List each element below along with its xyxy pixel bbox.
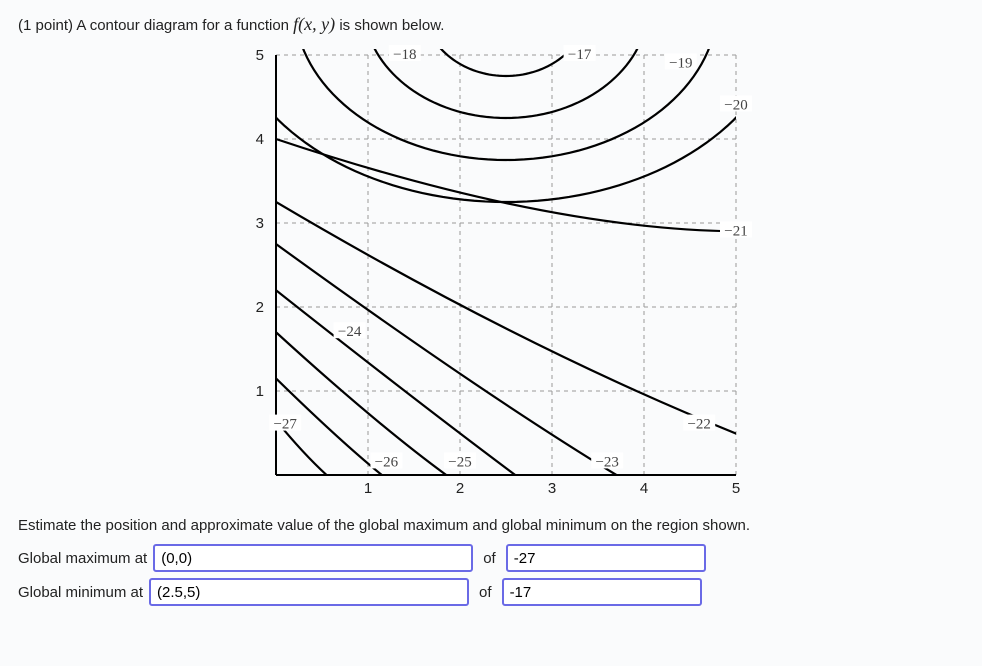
svg-text:−22: −22 — [687, 417, 710, 433]
of-text-1: of — [483, 550, 496, 567]
contour-svg: 1 2 3 4 5 1 2 3 4 5 −18 −17 −19 −20 −21 −22 −23 −25 −26 −27… — [236, 45, 756, 505]
svg-text:−26: −26 — [375, 454, 399, 470]
function-expr: f(x, y) — [293, 14, 335, 34]
svg-text:1: 1 — [256, 383, 264, 400]
svg-text:1: 1 — [364, 480, 372, 497]
svg-text:−20: −20 — [724, 97, 747, 113]
svg-text:−25: −25 — [448, 454, 471, 470]
svg-text:3: 3 — [548, 480, 556, 497]
svg-text:−27: −27 — [273, 417, 297, 433]
svg-text:4: 4 — [256, 131, 264, 148]
contour-diagram: 1 2 3 4 5 1 2 3 4 5 −18 −17 −19 −20 −21 −22 −23 −25 −26 −27… — [236, 45, 746, 505]
global-max-label: Global maximum at — [18, 550, 147, 567]
svg-text:−21: −21 — [724, 223, 747, 239]
global-max-coord-input[interactable] — [153, 544, 473, 572]
global-max-value-input[interactable] — [506, 544, 706, 572]
answers-block: Global maximum at of Global minimum at o… — [18, 544, 964, 606]
svg-text:−18: −18 — [393, 47, 416, 63]
svg-text:−17: −17 — [568, 47, 592, 63]
points: (1 point) — [18, 17, 73, 34]
svg-text:5: 5 — [256, 47, 264, 64]
svg-text:−23: −23 — [595, 454, 618, 470]
instruction-text: Estimate the position and approximate va… — [18, 517, 964, 534]
svg-text:5: 5 — [732, 480, 740, 497]
svg-text:4: 4 — [640, 480, 648, 497]
global-min-label: Global minimum at — [18, 584, 143, 601]
global-min-value-input[interactable] — [502, 578, 702, 606]
prompt-lead: A contour diagram for a function — [76, 17, 289, 34]
global-min-row: Global minimum at of — [18, 578, 964, 606]
global-min-coord-input[interactable] — [149, 578, 469, 606]
global-max-row: Global maximum at of — [18, 544, 964, 572]
of-text-2: of — [479, 584, 492, 601]
problem-prompt: (1 point) A contour diagram for a functi… — [18, 14, 964, 35]
prompt-tail: is shown below. — [339, 17, 444, 34]
svg-text:2: 2 — [456, 480, 464, 497]
svg-text:−24: −24 — [338, 324, 362, 340]
svg-text:2: 2 — [256, 299, 264, 316]
svg-text:3: 3 — [256, 215, 264, 232]
svg-text:−19: −19 — [669, 55, 692, 71]
